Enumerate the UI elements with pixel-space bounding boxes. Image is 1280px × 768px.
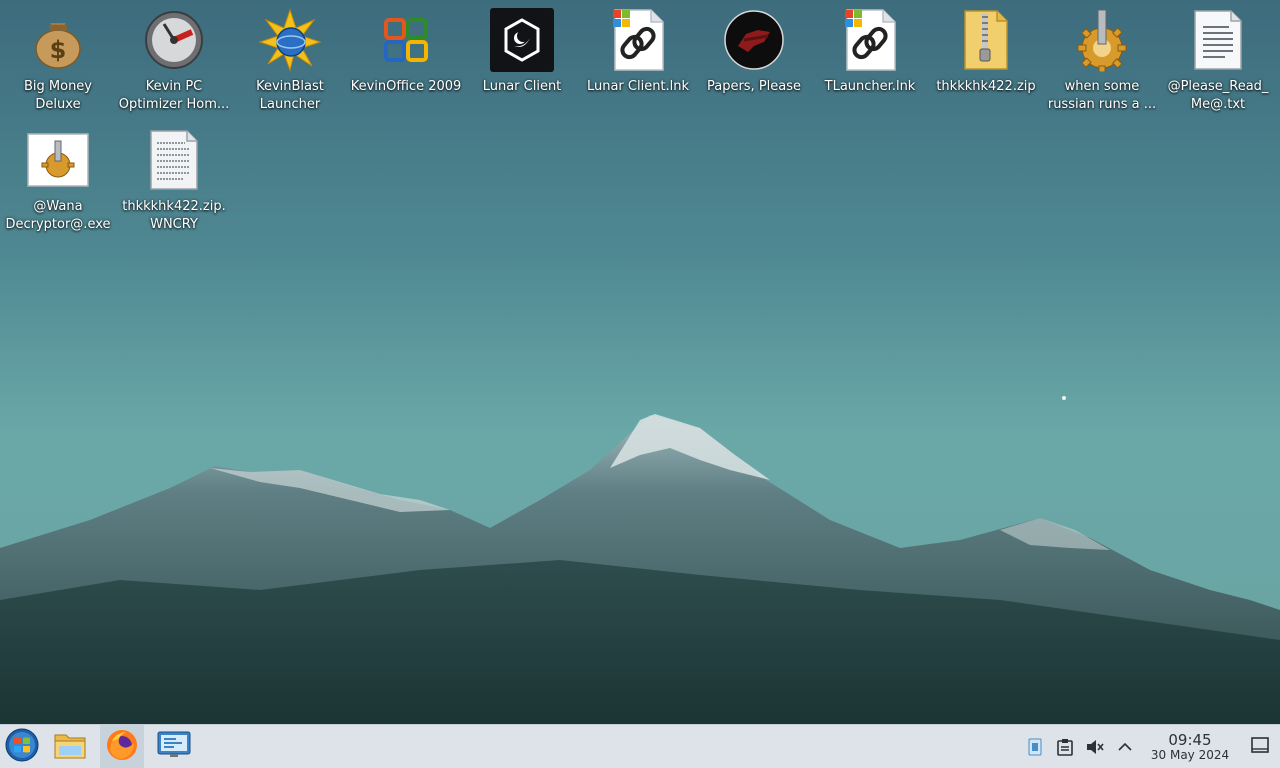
desktop-icon-label: @Wana Decryptor@.exe — [5, 199, 111, 232]
svg-text:$: $ — [50, 36, 67, 64]
start-button[interactable] — [0, 725, 44, 768]
taskbar-remote-desktop[interactable] — [152, 725, 196, 768]
money-bag-icon: $ — [26, 8, 90, 72]
clock[interactable]: 09:45 30 May 2024 — [1148, 732, 1232, 762]
desktop-icon-label: Lunar Client.lnk — [586, 79, 690, 94]
clipboard-icon[interactable] — [1050, 725, 1080, 768]
binary-file-icon — [142, 128, 206, 192]
desktop-icon-tlauncher-lnk[interactable]: TLauncher.lnk — [814, 8, 926, 96]
desktop-icons: $ Big Money Deluxe Kevin PC Optimizer Ho… — [0, 0, 1280, 724]
taskbar-firefox[interactable] — [100, 724, 144, 768]
desktop-icon-lunar-client[interactable]: Lunar Client — [466, 8, 578, 96]
desktop-icon-label: thkkkhk422.zip — [936, 79, 1036, 94]
desktop-icon-label: when some russian runs a ... — [1047, 79, 1157, 112]
speedometer-icon — [142, 8, 206, 72]
clock-date: 30 May 2024 — [1150, 748, 1230, 762]
speaker-muted-icon[interactable] — [1080, 725, 1110, 768]
zip-folder-icon — [954, 8, 1018, 72]
desktop-icon-label: TLauncher.lnk — [824, 79, 916, 94]
start-orb-icon — [5, 728, 39, 766]
desktop-icon-papers-please[interactable]: Papers, Please — [698, 8, 810, 96]
gear-icon — [1070, 8, 1134, 72]
desktop-icon-kevinblast-launcher[interactable]: KevinBlast Launcher — [234, 8, 346, 114]
desktop-icon-lunar-client-lnk[interactable]: Lunar Client.lnk — [582, 8, 694, 96]
starburst-globe-icon — [258, 8, 322, 72]
lunar-client-icon — [490, 8, 554, 72]
desktop-icon-thkkkhk422-zip[interactable]: thkkkhk422.zip — [930, 8, 1042, 96]
desktop-icon-when-some-russian[interactable]: when some russian runs a ... — [1046, 8, 1158, 114]
desktop-icon-thkkkhk422-wncry[interactable]: thkkkhk422.zip.WNCRY — [118, 128, 230, 234]
clock-time: 09:45 — [1168, 731, 1212, 749]
exe-app-icon — [26, 128, 90, 192]
office-logo-icon — [374, 8, 438, 72]
desktop-icon-label: thkkkhk422.zip.WNCRY — [122, 199, 226, 232]
text-file-icon — [1186, 8, 1250, 72]
desktop-icon-please-read-me[interactable]: @Please_Read_Me@.txt — [1162, 8, 1274, 114]
desktop-icon-label: KevinOffice 2009 — [350, 79, 462, 94]
desktop-icon-kevin-pc-optimizer[interactable]: Kevin PC Optimizer Hom... — [118, 8, 230, 114]
desktop-icon-label: @Please_Read_Me@.txt — [1167, 79, 1269, 112]
network-icon[interactable] — [1020, 725, 1050, 768]
shortcut-link-icon — [838, 8, 902, 72]
desktop-icon-wana-decryptor[interactable]: @Wana Decryptor@.exe — [2, 128, 114, 234]
show-desktop-button[interactable] — [1240, 725, 1280, 768]
system-tray: 09:45 30 May 2024 — [1020, 725, 1280, 768]
firefox-icon — [106, 729, 138, 765]
file-explorer-icon — [54, 731, 86, 763]
show-desktop-icon — [1251, 737, 1269, 757]
desktop-icon-label: Lunar Client — [482, 79, 562, 94]
shortcut-link-icon — [606, 8, 670, 72]
taskbar-file-explorer[interactable] — [48, 725, 92, 768]
desktop-icon-label: Papers, Please — [706, 79, 802, 94]
desktop-icon-label: Big Money Deluxe — [23, 79, 92, 112]
taskbar: 09:45 30 May 2024 — [0, 724, 1280, 768]
remote-desktop-icon — [157, 731, 191, 763]
papers-please-icon — [722, 8, 786, 72]
desktop-icon-kevinoffice-2009[interactable]: KevinOffice 2009 — [350, 8, 462, 96]
desktop-icon-label: KevinBlast Launcher — [256, 79, 324, 112]
chevron-up-icon[interactable] — [1110, 725, 1140, 768]
desktop-icon-label: Kevin PC Optimizer Hom... — [118, 79, 230, 112]
desktop-icon-big-money-deluxe[interactable]: $ Big Money Deluxe — [2, 8, 114, 114]
